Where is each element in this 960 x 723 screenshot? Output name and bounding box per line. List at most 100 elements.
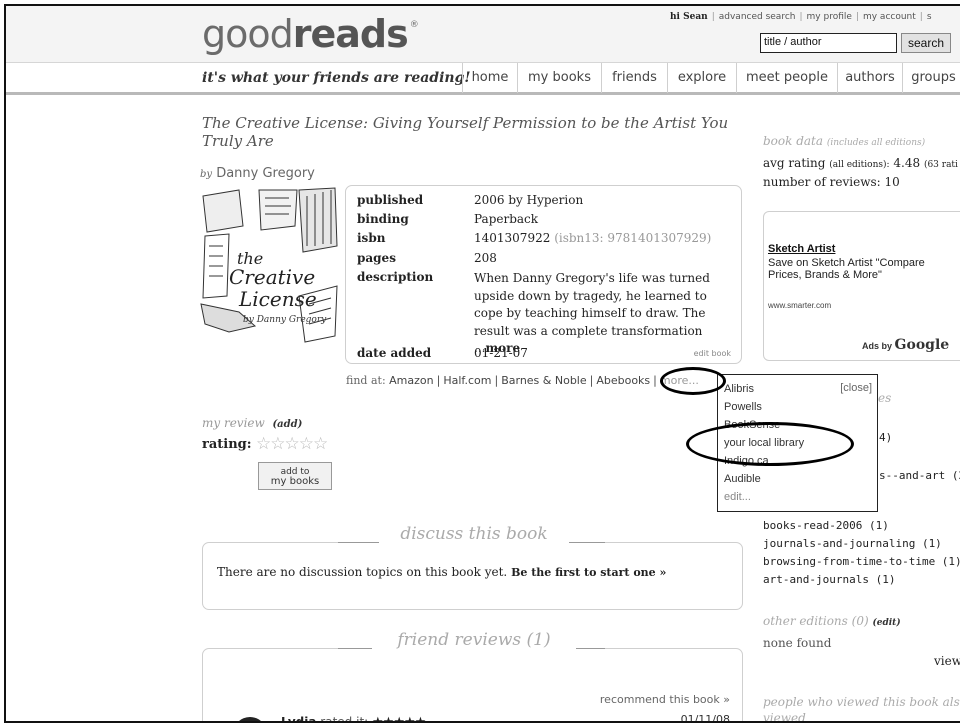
add-to-my-books-button[interactable]: add to my books <box>258 462 332 490</box>
nav-bar: it's what your friends are reading! home… <box>6 63 960 95</box>
recommend-link[interactable]: recommend this book » <box>600 693 730 706</box>
logo-text-light: good <box>202 12 294 56</box>
start-discussion-link[interactable]: Be the first to start one » <box>511 566 666 579</box>
view-link[interactable]: view <box>934 654 960 668</box>
search-input[interactable]: title / author <box>760 33 897 53</box>
link-my-account[interactable]: my account <box>863 12 916 22</box>
isbn-value: 1401307922 (isbn13: 9781401307929) <box>474 231 711 245</box>
people-viewed-heading: people who viewed this book als <box>763 695 960 709</box>
tab-authors[interactable]: authors <box>837 63 902 93</box>
link-my-profile[interactable]: my profile <box>807 12 852 22</box>
find-at-label: find at: <box>346 374 386 387</box>
isbn13-number: (isbn13: 9781401307929) <box>554 231 712 245</box>
review-date: 01/11/08 <box>680 713 730 723</box>
review-stars: ★★★★★ <box>372 715 426 723</box>
add-review-link[interactable]: (add) <box>272 419 302 430</box>
ads-by-google[interactable]: Ads by Google <box>862 337 949 353</box>
edit-book-link[interactable]: edit book <box>694 349 731 358</box>
search-button[interactable]: search <box>901 33 951 53</box>
book-data-heading: book data (includes all editions) <box>763 134 925 148</box>
date-added-value: 01-21-07 <box>474 346 528 360</box>
people-viewed-heading-2: viewed <box>763 711 806 723</box>
rating-label: rating: <box>202 437 252 452</box>
book-data-label: book data <box>763 134 824 148</box>
tab-groups[interactable]: groups <box>902 63 960 93</box>
tab-home[interactable]: home <box>462 63 517 93</box>
tab-explore[interactable]: explore <box>667 63 736 93</box>
rating-stars-input[interactable]: ☆☆☆☆☆ <box>256 434 328 454</box>
annotation-circle-more <box>660 367 726 395</box>
other-editions-edit-link[interactable]: (edit) <box>872 618 900 628</box>
discuss-text: There are no discussion topics on this b… <box>217 565 666 579</box>
ad-title-link[interactable]: Sketch Artist <box>768 243 835 255</box>
shelves-heading-partial: es <box>878 391 892 405</box>
isbn-label: isbn <box>357 231 386 245</box>
by-label: by <box>200 169 213 180</box>
book-details-box: published 2006 by Hyperion binding Paper… <box>345 185 742 364</box>
find-at-row: find at: Amazon | Half.com | Barnes & Noble |… <box>346 374 699 387</box>
discuss-box: There are no discussion topics on this b… <box>202 542 743 610</box>
avg-rating-line: avg rating (all editions): 4.48 (63 rati <box>763 156 958 170</box>
shelf-partial-2[interactable]: 4) <box>879 431 892 444</box>
site-header: goodreads ® hi Sean | advanced search | my pr… <box>6 6 960 63</box>
find-amazon-link[interactable]: Amazon <box>389 374 433 387</box>
published-label: published <box>357 193 424 207</box>
reviewer-avatar[interactable] <box>233 717 267 721</box>
other-editions-label: other editions (0) <box>763 614 869 628</box>
ad-url[interactable]: www.smarter.com <box>768 301 831 310</box>
published-value: 2006 by Hyperion <box>474 193 584 207</box>
description-text: When Danny Gregory's life was turned ups… <box>474 270 734 358</box>
reviewer-name-link[interactable]: Lydia <box>281 715 316 721</box>
svg-text:License: License <box>238 287 317 311</box>
date-added-label: date added <box>357 346 432 360</box>
book-title: The Creative License: Giving Yourself Pe… <box>202 114 729 150</box>
avg-rating-label: avg rating <box>763 156 826 170</box>
svg-text:by Danny Gregory: by Danny Gregory <box>243 315 327 325</box>
my-review-text: my review <box>202 416 265 430</box>
pages-label: pages <box>357 251 396 265</box>
description-label: description <box>357 270 434 284</box>
shelf-item[interactable]: books-read-2006 (1) <box>763 519 889 532</box>
tagline: it's what your friends are reading! <box>202 70 471 86</box>
book-data-note: (includes all editions) <box>826 138 926 148</box>
my-review-label: my review (add) <box>202 416 302 430</box>
greeting: hi Sean <box>670 12 708 22</box>
goodreads-logo[interactable]: goodreads ® <box>202 12 419 56</box>
find-half-link[interactable]: Half.com <box>443 374 491 387</box>
store-audible-link[interactable]: Audible <box>724 473 761 485</box>
tab-my-books[interactable]: my books <box>517 63 601 93</box>
shelf-item[interactable]: browsing-from-time-to-time (1) <box>763 555 960 568</box>
find-abebooks-link[interactable]: Abebooks <box>596 374 650 387</box>
tab-friends[interactable]: friends <box>601 63 667 93</box>
link-truncated[interactable]: s <box>927 12 932 22</box>
other-editions-heading: other editions (0) (edit) <box>763 614 901 628</box>
discuss-message: There are no discussion topics on this b… <box>217 565 508 579</box>
friend-reviews-heading: friend reviews (1) <box>372 630 576 650</box>
google-wordmark: Google <box>894 337 950 353</box>
book-byline: by Danny Gregory <box>200 166 315 181</box>
popup-close-link[interactable]: [close] <box>840 382 872 394</box>
book-cover-image[interactable]: the Creative License by Danny Gregory <box>199 186 339 348</box>
tab-meet-people[interactable]: meet people <box>736 63 837 93</box>
reviews-count-line: number of reviews: 10 <box>763 175 900 189</box>
binding-value: Paperback <box>474 212 539 226</box>
store-powells-link[interactable]: Powells <box>724 401 762 413</box>
ad-body: Save on Sketch Artist "Compare Prices, B… <box>768 257 925 281</box>
author-link[interactable]: Danny Gregory <box>216 166 315 181</box>
binding-label: binding <box>357 212 409 226</box>
link-advanced-search[interactable]: advanced search <box>719 12 796 22</box>
friend-review-line: Lydia rated it: ★★★★★ <box>281 715 426 723</box>
svg-text:Creative: Creative <box>229 265 315 289</box>
friend-reviews-box: recommend this book » Lydia rated it: ★★… <box>202 648 743 723</box>
add-button-line2: my books <box>270 476 320 487</box>
google-ad: Sketch Artist Save on Sketch Artist "Com… <box>763 211 960 361</box>
find-barnes-link[interactable]: Barnes & Noble <box>501 374 586 387</box>
ratings-count: (63 rati <box>923 160 958 170</box>
shelf-item[interactable]: art-and-journals (1) <box>763 573 895 586</box>
avg-rating-value: 4.48 <box>893 156 921 170</box>
shelf-partial-3[interactable]: s--and-art (2) <box>879 469 960 482</box>
reviews-value: 10 <box>884 175 900 189</box>
shelf-item[interactable]: journals-and-journaling (1) <box>763 537 942 550</box>
popup-edit-link[interactable]: edit... <box>724 491 751 503</box>
store-alibris-link[interactable]: Alibris <box>724 383 754 395</box>
